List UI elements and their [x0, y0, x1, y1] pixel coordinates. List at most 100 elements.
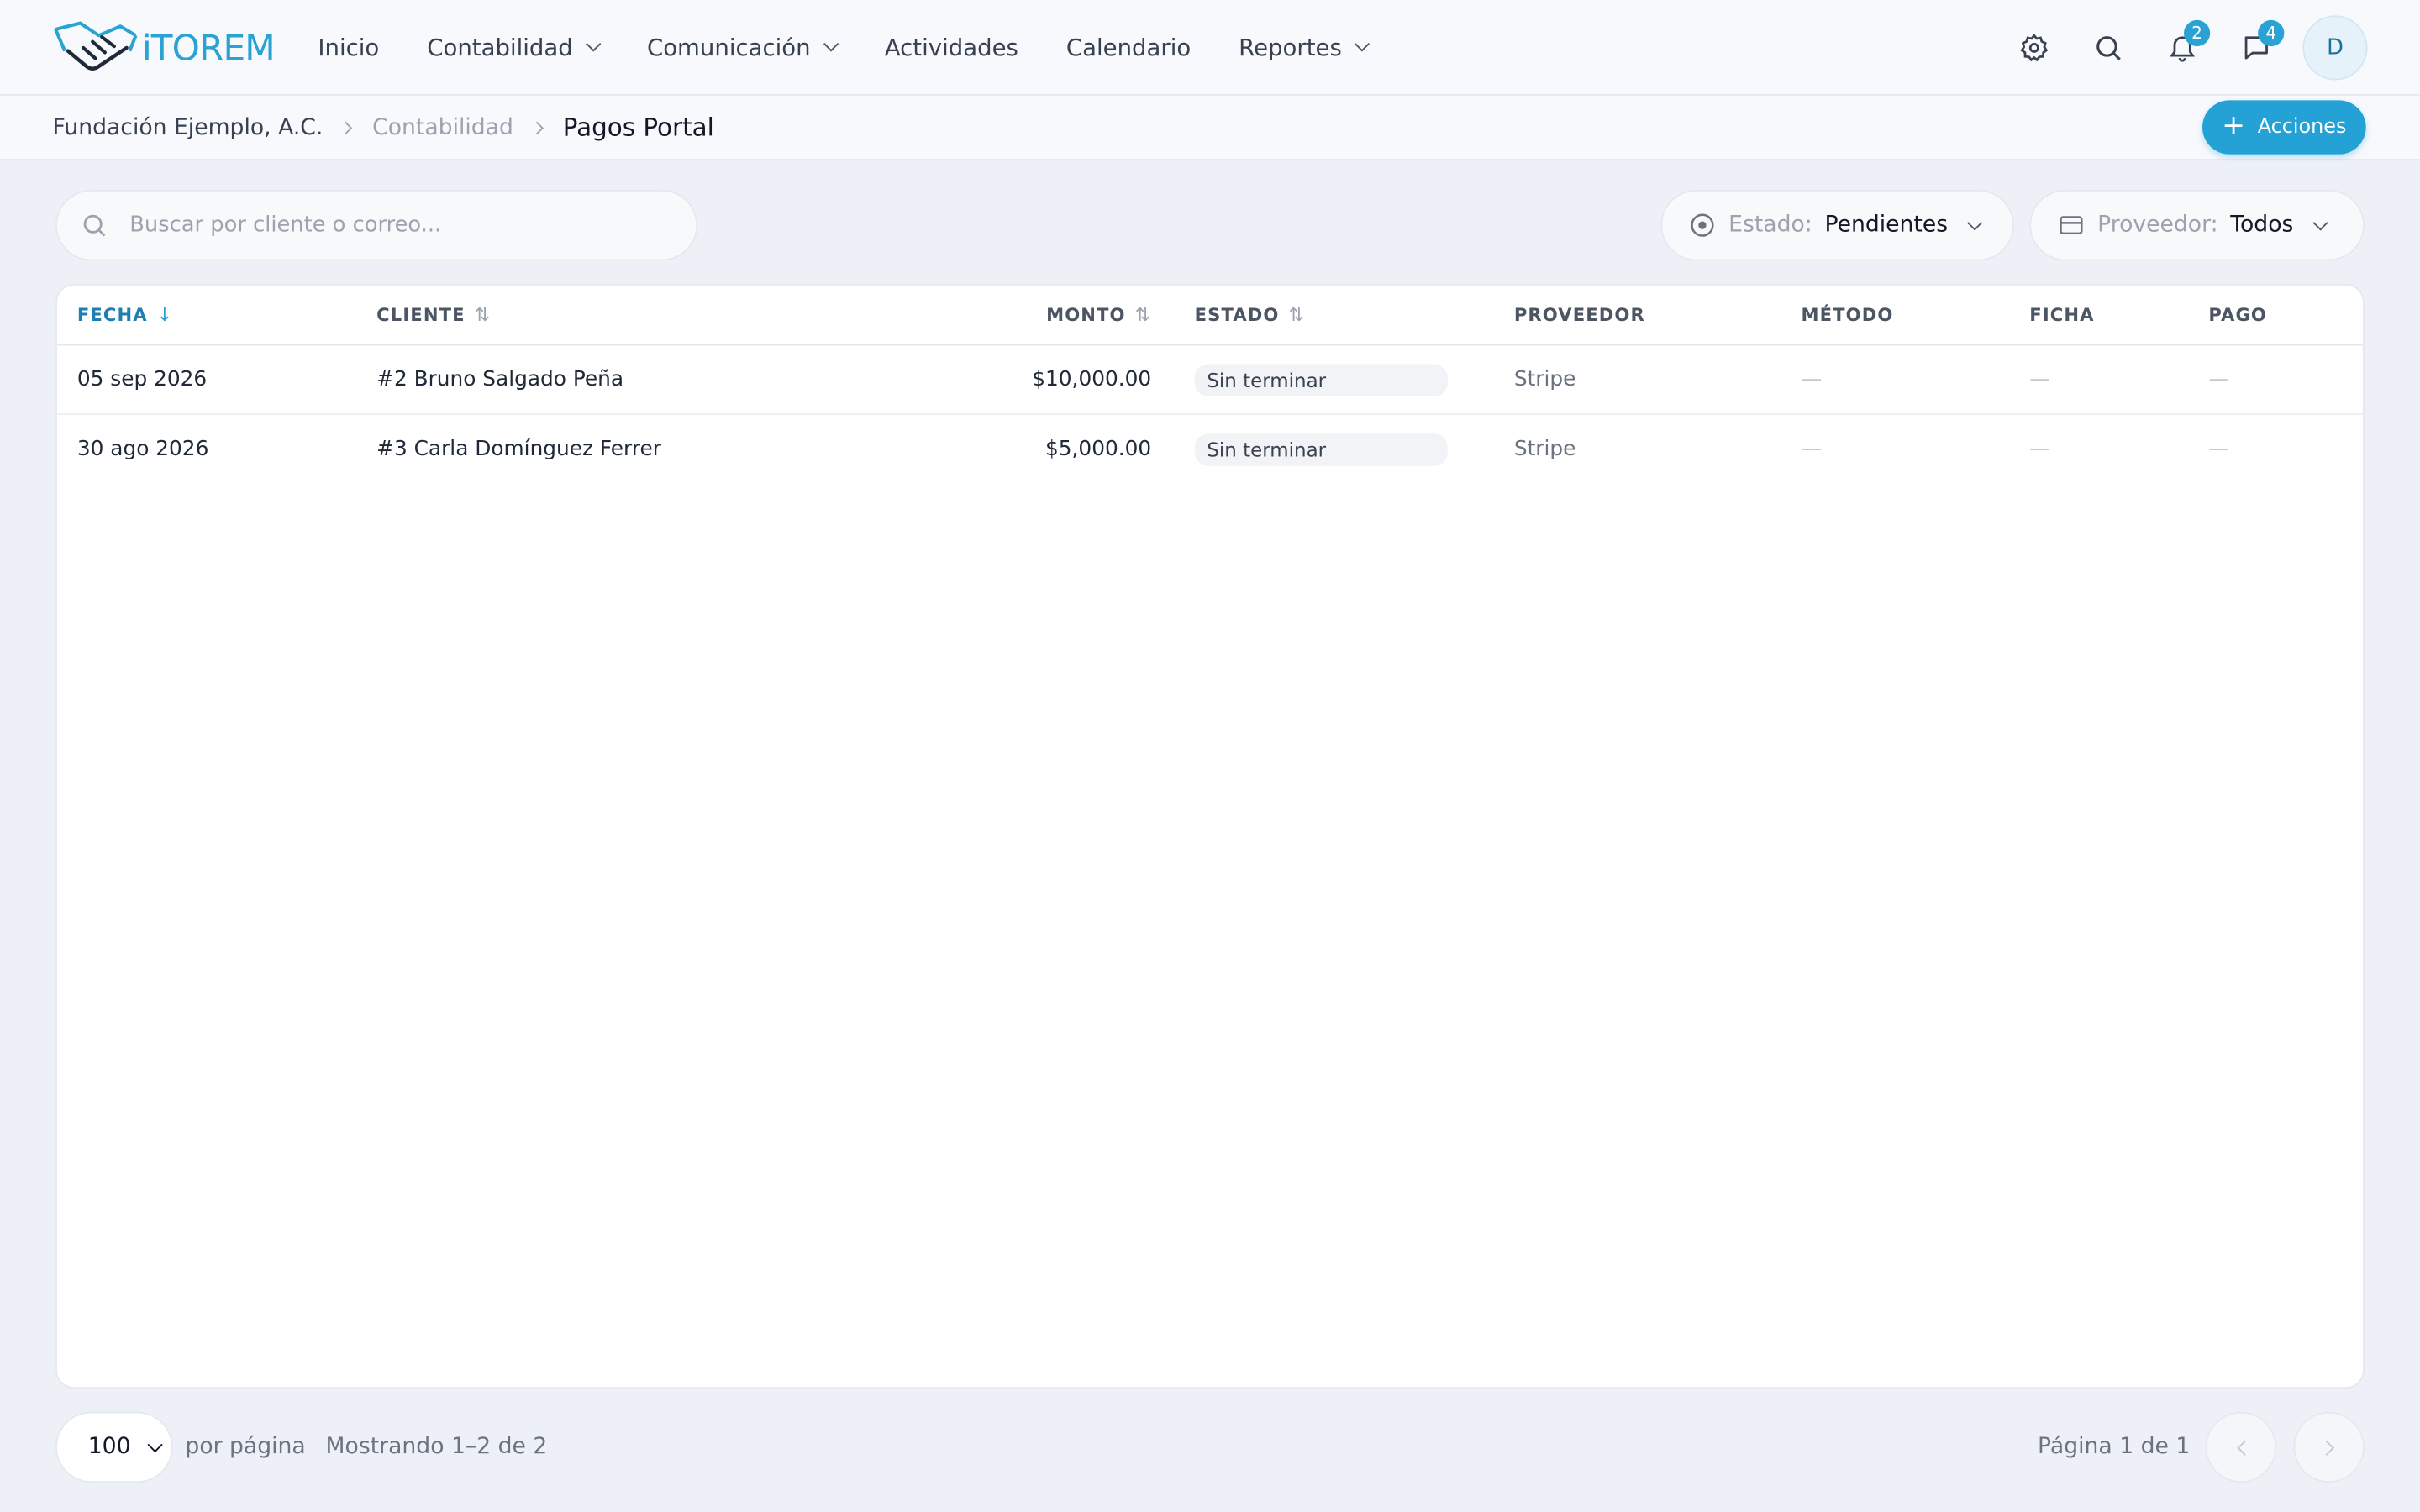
column-label: FICHA — [2029, 303, 2095, 326]
sort-icon: ⇅ — [1134, 303, 1152, 326]
sort-icon: ⇅ — [474, 303, 492, 326]
chevron-right-icon — [339, 120, 353, 134]
column-label: MÉTODO — [1801, 303, 1894, 326]
actions-button[interactable]: + Acciones — [2202, 100, 2366, 155]
page-title: Pagos Portal — [562, 113, 714, 142]
column-header-ficha: FICHA — [2029, 286, 2094, 344]
column-header-cliente[interactable]: CLIENTE ⇅ — [376, 286, 491, 344]
chevron-right-icon — [529, 120, 544, 134]
messages-count-badge: 4 — [2258, 19, 2285, 47]
chevron-left-icon — [2236, 1439, 2252, 1455]
status-badge: Sin terminar — [1194, 363, 1448, 396]
proveedor-filter-value: Todos — [2230, 213, 2294, 238]
column-header-pago: PAGO — [2208, 286, 2267, 344]
nav-item-label: Reportes — [1239, 33, 1342, 61]
search-box — [55, 189, 698, 261]
nav-item-label: Comunicación — [646, 33, 811, 61]
cell-ficha: — — [2029, 367, 2051, 392]
estado-filter-value: Pendientes — [1824, 213, 1949, 238]
breadcrumb-bar: Fundación Ejemplo, A.C. Contabilidad Pag… — [0, 95, 2420, 161]
table-row[interactable]: 30 ago 2026 #3 Carla Domínguez Ferrer $5… — [57, 415, 2363, 483]
nav-item-label: Contabilidad — [427, 33, 573, 61]
nav-item-label: Calendario — [1065, 33, 1192, 61]
messages-button[interactable]: 4 — [2226, 17, 2287, 78]
chevron-down-icon — [823, 36, 839, 52]
nav-item-reportes[interactable]: Reportes — [1239, 33, 1370, 61]
cell-proveedor: Stripe — [1513, 436, 1576, 462]
column-label: CLIENTE — [376, 303, 466, 326]
handshake-icon — [52, 17, 139, 81]
gear-icon — [2020, 34, 2049, 62]
status-badge: Sin terminar — [1194, 433, 1448, 465]
user-avatar[interactable]: D — [2302, 15, 2368, 81]
global-search-button[interactable] — [2077, 17, 2139, 78]
search-icon — [83, 214, 106, 237]
brand-logo[interactable]: iTOREM — [52, 17, 276, 81]
settings-button[interactable] — [2003, 17, 2065, 78]
column-header-fecha[interactable]: FECHA ↓ — [77, 286, 174, 344]
prev-page-button[interactable] — [2205, 1411, 2277, 1483]
page-info: Página 1 de 1 — [2038, 1435, 2191, 1460]
breadcrumb-section[interactable]: Contabilidad — [372, 115, 513, 139]
nav-item-actividades[interactable]: Actividades — [885, 33, 1018, 60]
next-page-button[interactable] — [2293, 1411, 2365, 1483]
column-label: PROVEEDOR — [1513, 303, 1645, 326]
cell-metodo: — — [1801, 436, 1823, 462]
chevron-down-icon — [586, 36, 602, 52]
proveedor-filter-label: Proveedor: — [2097, 213, 2218, 238]
per-page-value: 100 — [87, 1435, 131, 1460]
sort-icon: ⇅ — [1288, 303, 1306, 326]
cell-pago: — — [2208, 436, 2230, 462]
nav-item-inicio[interactable]: Inicio — [318, 33, 379, 60]
header-actions: 2 4 D — [1991, 15, 2368, 81]
column-header-estado[interactable]: ESTADO ⇅ — [1195, 286, 1305, 344]
cell-monto: $5,000.00 — [1044, 436, 1152, 462]
breadcrumb-org[interactable]: Fundación Ejemplo, A.C. — [52, 115, 323, 139]
chevron-down-icon — [146, 1436, 163, 1452]
nav-item-label: Actividades — [884, 33, 1018, 61]
cell-metodo: — — [1801, 367, 1823, 392]
cell-estado: Sin terminar — [1194, 415, 1448, 483]
notifications-button[interactable]: 2 — [2151, 17, 2212, 78]
top-navbar: iTOREM Inicio Contabilidad Comunicación … — [0, 0, 2420, 96]
column-label: ESTADO — [1194, 303, 1280, 326]
column-label: PAGO — [2208, 303, 2267, 326]
brand-name: iTOREM — [141, 29, 276, 70]
cell-fecha: 05 sep 2026 — [76, 367, 208, 392]
plus-icon: + — [2222, 108, 2246, 142]
estado-filter-label: Estado: — [1728, 213, 1812, 238]
column-header-proveedor: PROVEEDOR — [1514, 286, 1645, 344]
main-nav: Inicio Contabilidad Comunicación Activid… — [318, 0, 1416, 94]
table-row[interactable]: 05 sep 2026 #2 Bruno Salgado Peña $10,00… — [56, 345, 2364, 416]
table-header: FECHA ↓ CLIENTE ⇅ MONTO ⇅ ESTADO ⇅ PROVEEDOR… — [56, 286, 2364, 346]
cell-ficha: — — [2029, 436, 2051, 462]
proveedor-filter[interactable]: Proveedor: Todos — [2029, 189, 2365, 261]
column-label: MONTO — [1046, 303, 1126, 326]
nav-item-calendario[interactable]: Calendario — [1066, 33, 1191, 60]
breadcrumb: Fundación Ejemplo, A.C. Contabilidad Pag… — [52, 96, 713, 159]
cell-cliente: #3 Carla Domínguez Ferrer — [376, 436, 661, 462]
cell-estado: Sin terminar — [1194, 345, 1448, 413]
chevron-right-icon — [2317, 1439, 2334, 1455]
search-icon — [2096, 36, 2121, 60]
chevron-down-icon — [1355, 36, 1370, 52]
nav-item-contabilidad[interactable]: Contabilidad — [427, 33, 602, 61]
chevron-down-icon — [2312, 214, 2328, 230]
status-circle-icon — [1691, 213, 1714, 237]
cell-proveedor: Stripe — [1513, 367, 1576, 392]
search-input[interactable] — [126, 211, 658, 239]
arrow-down-icon: ↓ — [156, 303, 174, 326]
chevron-down-icon — [1967, 214, 1983, 230]
column-label: FECHA — [76, 303, 148, 326]
per-page-label: por página — [185, 1435, 306, 1460]
per-page-select[interactable]: 100 — [55, 1411, 173, 1483]
cell-monto: $10,000.00 — [1032, 367, 1152, 392]
credit-card-icon — [2060, 216, 2083, 235]
actions-button-label: Acciones — [2257, 115, 2347, 139]
estado-filter[interactable]: Estado: Pendientes — [1660, 189, 2014, 261]
cell-fecha: 30 ago 2026 — [76, 436, 209, 462]
cell-cliente: #2 Bruno Salgado Peña — [376, 367, 624, 392]
nav-item-comunicacion[interactable]: Comunicación — [646, 33, 839, 61]
nav-item-label: Inicio — [318, 33, 380, 61]
column-header-monto[interactable]: MONTO ⇅ — [1046, 286, 1151, 344]
